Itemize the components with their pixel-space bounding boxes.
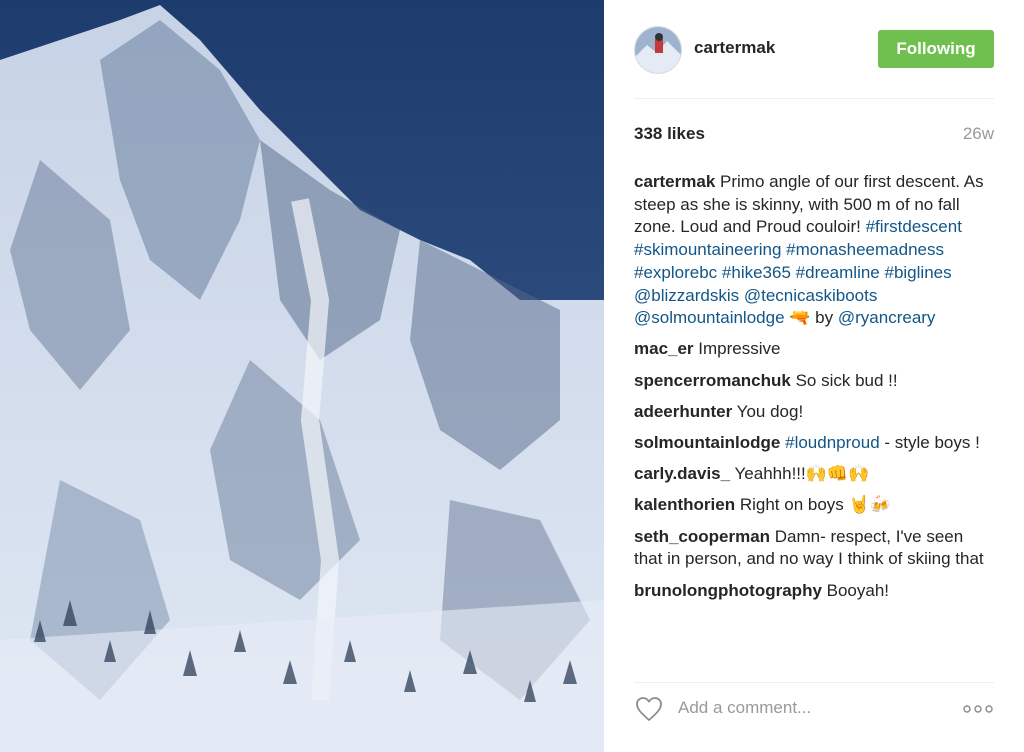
comment-text: You dog! xyxy=(736,401,804,421)
comment-username[interactable]: mac_er xyxy=(634,339,694,358)
post-header: cartermak Following xyxy=(634,26,994,74)
hashtag-dreamline[interactable]: #dreamline xyxy=(796,263,880,282)
comment-composer: Add a comment... xyxy=(634,692,994,728)
comment-username[interactable]: solmountainlodge xyxy=(634,433,780,452)
comment-text: Impressive xyxy=(698,339,781,359)
comment-text: So sick bud !! xyxy=(795,370,898,390)
hashtag-explorebc[interactable]: #explorebc xyxy=(634,263,717,282)
mountain-photo-image xyxy=(0,0,604,752)
mention-tecnicaskiboots[interactable]: @tecnicaskiboots xyxy=(744,286,878,305)
comment-username[interactable]: brunolongphotography xyxy=(634,581,822,600)
likes-count[interactable]: 338 likes xyxy=(634,124,705,144)
comment-item: solmountainlodge #loudnproud - style boy… xyxy=(634,432,994,455)
post-age[interactable]: 26w xyxy=(963,124,994,144)
comment-item: kalenthorien Right on boys 🤘🍻 xyxy=(634,494,994,517)
comment-username[interactable]: carly.davis_ xyxy=(634,464,730,483)
mention-ryancreary[interactable]: @ryancreary xyxy=(838,308,936,327)
comment-item: brunolongphotography Booyah! xyxy=(634,580,994,603)
comment-item: mac_er Impressive xyxy=(634,338,994,361)
hashtag-skimountaineering[interactable]: #skimountaineering xyxy=(634,240,781,259)
comment-username[interactable]: spencerromanchuk xyxy=(634,371,791,390)
comment-item: seth_cooperman Damn- respect, I've seen … xyxy=(634,526,994,571)
comment-username[interactable]: kalenthorien xyxy=(634,495,735,514)
hashtag-firstdescent[interactable]: #firstdescent xyxy=(866,217,962,236)
comment-text: - style boys ! xyxy=(884,433,980,453)
comment-text: Right on boys 🤘🍻 xyxy=(739,495,891,515)
comment-list: cartermak Primo angle of our first desce… xyxy=(634,171,994,611)
hashtag-biglines[interactable]: #biglines xyxy=(885,263,952,282)
hashtag-hike365[interactable]: #hike365 xyxy=(722,263,791,282)
comment-text: Yeahhh!!!🙌👊🙌 xyxy=(734,464,870,484)
post-photo[interactable] xyxy=(0,0,604,752)
avatar-image xyxy=(635,27,681,73)
post-username[interactable]: cartermak xyxy=(694,38,775,58)
composer-divider xyxy=(634,682,994,683)
mention-blizzardskis[interactable]: @blizzardskis xyxy=(634,286,739,305)
hashtag-loudnproud[interactable]: #loudnproud xyxy=(785,433,880,452)
add-comment-input[interactable]: Add a comment... xyxy=(678,698,811,718)
post-view: cartermak Following 338 likes 26w carter… xyxy=(0,0,1024,752)
avatar[interactable] xyxy=(634,26,682,74)
hashtag-monasheemadness[interactable]: #monasheemadness xyxy=(786,240,944,259)
heart-outline-icon[interactable] xyxy=(634,694,664,724)
following-button[interactable]: Following xyxy=(878,30,994,68)
post-sidebar: cartermak Following 338 likes 26w carter… xyxy=(604,0,1024,752)
comment-text: Booyah! xyxy=(826,580,890,600)
caption: cartermak Primo angle of our first desce… xyxy=(634,171,994,330)
mention-solmountainlodge[interactable]: @solmountainlodge xyxy=(634,308,785,327)
header-divider xyxy=(634,98,994,99)
comment-item: spencerromanchuk So sick bud !! xyxy=(634,370,994,393)
comment-username[interactable]: adeerhunter xyxy=(634,402,732,421)
caption-username[interactable]: cartermak xyxy=(634,172,715,191)
comment-item: adeerhunter You dog! xyxy=(634,401,994,424)
comment-item: carly.davis_ Yeahhh!!!🙌👊🙌 xyxy=(634,463,994,486)
post-stats: 338 likes 26w xyxy=(634,124,994,148)
pistol-emoji-icon: 🔫 xyxy=(789,308,811,328)
comment-username[interactable]: seth_cooperman xyxy=(634,527,770,546)
more-options-icon[interactable] xyxy=(962,702,994,716)
caption-by: by xyxy=(815,308,834,328)
